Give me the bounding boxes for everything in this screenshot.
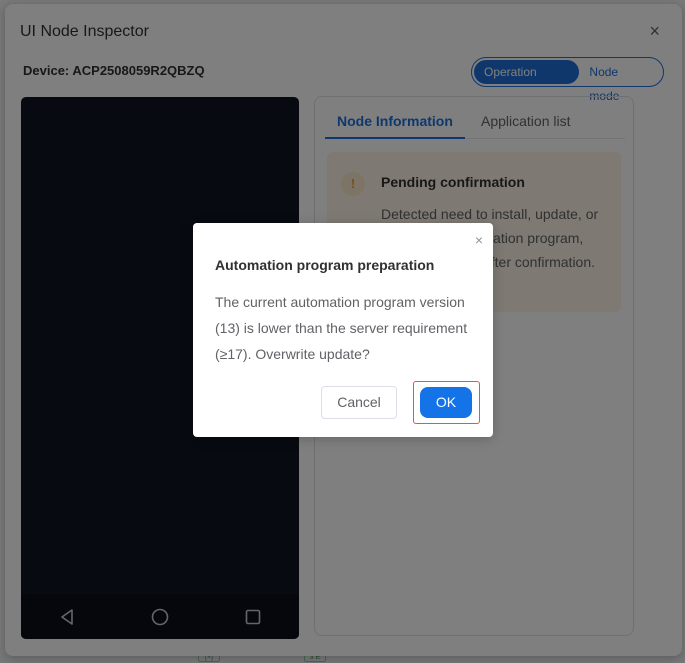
dialog-title: Automation program preparation bbox=[215, 257, 435, 273]
dialog-close-button[interactable]: × bbox=[475, 233, 483, 247]
ok-button-highlight: OK bbox=[413, 381, 480, 424]
dialog-message: The current automation program version (… bbox=[215, 294, 468, 362]
ok-button[interactable]: OK bbox=[420, 387, 472, 418]
automation-dialog: × Automation program preparation The cur… bbox=[193, 223, 493, 437]
cancel-button[interactable]: Cancel bbox=[321, 386, 397, 419]
